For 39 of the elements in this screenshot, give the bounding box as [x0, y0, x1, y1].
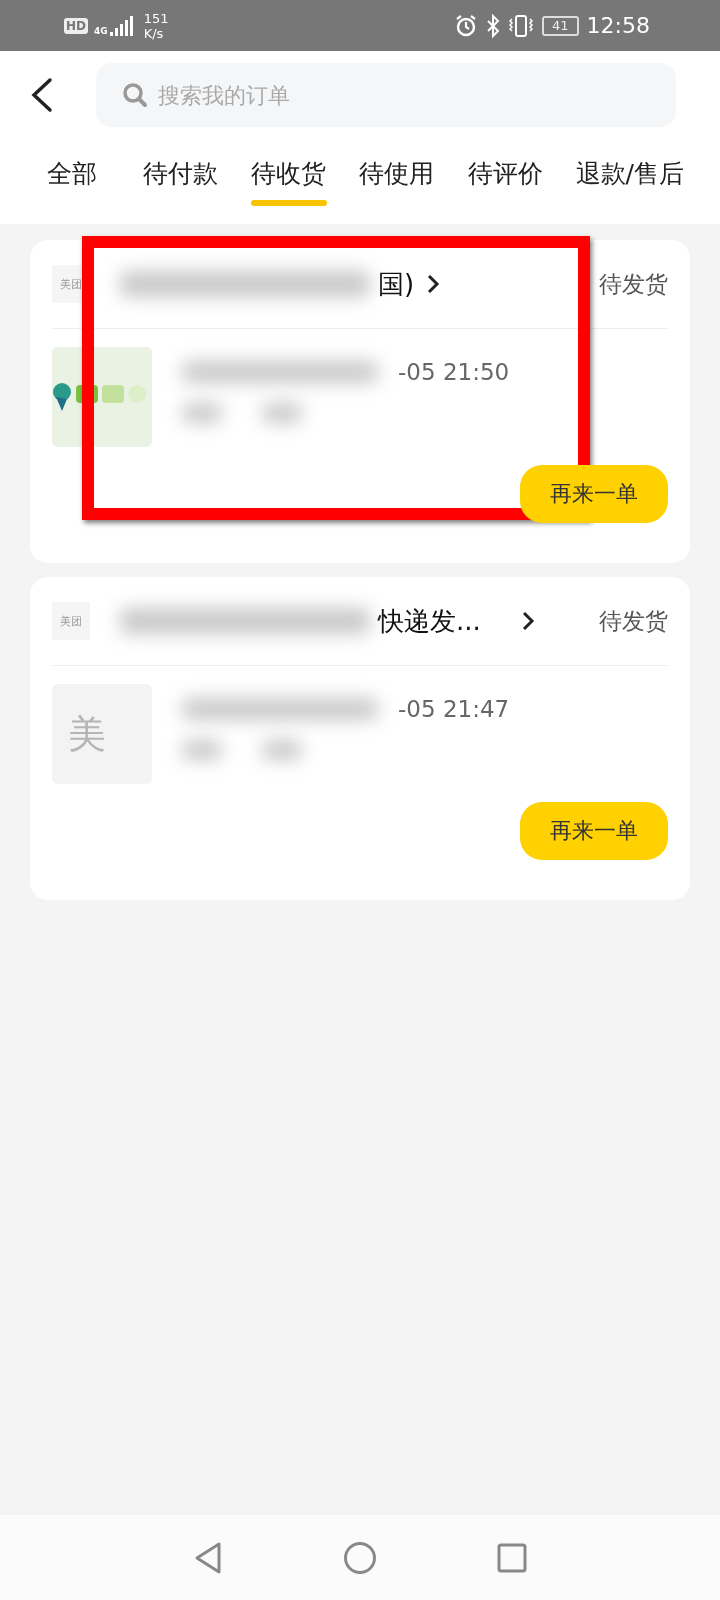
blurred-text: [262, 740, 302, 760]
search-field[interactable]: 搜索我的订单: [96, 63, 676, 127]
chevron-icon: [520, 610, 535, 632]
blurred-text: [182, 740, 222, 760]
order-time: -05 21:50: [398, 359, 510, 385]
thumbnail-placeholder: 美: [68, 710, 106, 758]
reorder-button[interactable]: 再来一单: [520, 802, 668, 860]
network-speed: 151: [143, 10, 169, 26]
reorder-button[interactable]: 再来一单: [520, 465, 668, 523]
vibrate-icon: [508, 13, 535, 38]
order-status: 待发货: [599, 606, 668, 636]
order-tab[interactable]: 全部: [34, 157, 110, 218]
shop-logo: 美团: [52, 602, 90, 640]
search-icon: [122, 82, 148, 108]
shop-name[interactable]: 快递发...: [378, 603, 481, 639]
order-card[interactable]: 美团 快递发... 待发货 美 -05 21:47 再来一单: [30, 577, 690, 900]
chevron-icon: [426, 273, 441, 295]
order-status: 待发货: [599, 269, 668, 299]
order-tab[interactable]: 待评价: [467, 157, 544, 218]
bluetooth-icon: [486, 13, 501, 38]
clock: 12:58: [586, 13, 650, 38]
blurred-text: [262, 403, 302, 423]
back-nav-icon[interactable]: [193, 1540, 223, 1575]
order-tab[interactable]: 退款/售后: [575, 157, 684, 218]
order-time: -05 21:47: [398, 696, 510, 722]
signal-icon: [109, 15, 134, 36]
hd-icon: HD: [64, 17, 88, 34]
order-tab[interactable]: 待使用: [358, 157, 435, 218]
speed-unit: K/s: [143, 25, 165, 41]
order-card[interactable]: 美团 国) 待发货 -05 21:50 再来一单: [30, 240, 690, 563]
back-icon[interactable]: [30, 77, 54, 113]
network-type: 4G: [94, 25, 108, 36]
recents-nav-icon[interactable]: [497, 1542, 527, 1573]
order-tab[interactable]: 待付款: [142, 157, 219, 218]
home-nav-icon[interactable]: [343, 1540, 377, 1575]
order-tab[interactable]: 待收货: [250, 157, 327, 218]
shop-name[interactable]: 国): [378, 266, 415, 302]
battery-level: 41: [542, 15, 579, 36]
blurred-text: [182, 403, 222, 423]
